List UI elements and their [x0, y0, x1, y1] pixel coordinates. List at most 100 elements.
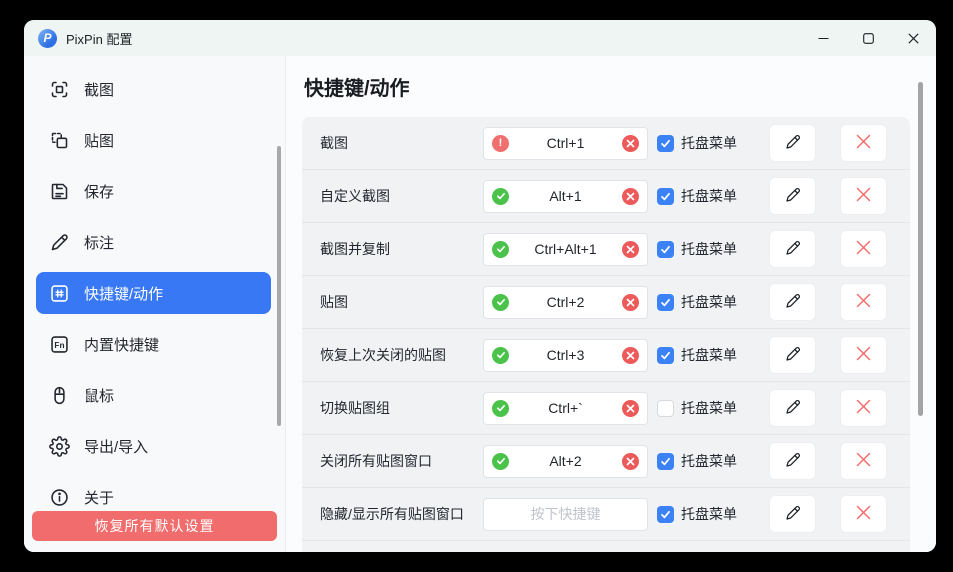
- delete-x-icon: [855, 133, 872, 153]
- minimize-button[interactable]: [801, 20, 846, 56]
- delete-hotkey-button[interactable]: [840, 442, 887, 480]
- clear-hotkey-icon[interactable]: [622, 347, 639, 364]
- save-icon: [48, 180, 70, 202]
- tray-menu-label: 托盘菜单: [681, 292, 737, 312]
- sidebar-item-label: 内置快捷键: [84, 334, 159, 355]
- window-controls: [801, 20, 936, 56]
- content-scrollbar[interactable]: [918, 82, 923, 416]
- sidebar-nav: 截图 贴图 保存 标注 快捷键/动作 Fn 内置快捷键 鼠标 导出/导入 关于: [24, 68, 285, 518]
- hotkey-input[interactable]: Ctrl+`: [483, 392, 648, 425]
- hotkey-row: 恢复上次关闭的贴图 Ctrl+3 托盘菜单: [302, 329, 910, 382]
- sidebar-item-fn[interactable]: Fn 内置快捷键: [36, 323, 271, 365]
- delete-x-icon: [855, 186, 872, 206]
- hotkey-input[interactable]: Ctrl+3: [483, 339, 648, 372]
- hotkey-input[interactable]: Alt+1: [483, 180, 648, 213]
- delete-hotkey-button[interactable]: [840, 283, 887, 321]
- hotkey-status-icon: [492, 294, 509, 311]
- hotkey-row: 隐藏/显示所有贴图窗口 按下快捷键 托盘菜单: [302, 488, 910, 541]
- sidebar-item-label: 快捷键/动作: [84, 283, 163, 304]
- hotkey-row: 贴图 Ctrl+2 托盘菜单: [302, 276, 910, 329]
- sidebar-item-export-import[interactable]: 导出/导入: [36, 425, 271, 467]
- tray-menu-checkbox[interactable]: [657, 453, 674, 470]
- clear-hotkey-icon[interactable]: [622, 241, 639, 258]
- hotkey-value: Alt+1: [509, 188, 622, 204]
- action-label: 关闭所有贴图窗口: [320, 451, 483, 471]
- hotkey-value: Ctrl+Alt+1: [509, 241, 622, 257]
- edit-hotkey-button[interactable]: [769, 495, 816, 533]
- hotkey-value: Ctrl+3: [509, 347, 622, 363]
- edit-hotkey-button[interactable]: [769, 177, 816, 215]
- delete-hotkey-button[interactable]: [840, 495, 887, 533]
- screenshot-icon: [48, 78, 70, 100]
- clear-hotkey-icon[interactable]: [622, 135, 639, 152]
- tray-menu-option: 托盘菜单: [657, 239, 745, 259]
- edit-hotkey-button[interactable]: [769, 283, 816, 321]
- hotkey-input[interactable]: Ctrl+Alt+1: [483, 233, 648, 266]
- mouse-icon: [48, 384, 70, 406]
- edit-hotkey-button[interactable]: [769, 442, 816, 480]
- hotkey-input[interactable]: Alt+2: [483, 445, 648, 478]
- tray-menu-checkbox[interactable]: [657, 241, 674, 258]
- sidebar-item-screenshot[interactable]: 截图: [36, 68, 271, 110]
- hotkey-list: 截图 Ctrl+1 托盘菜单 自定义截图: [302, 117, 910, 552]
- action-label: 自定义截图: [320, 186, 483, 206]
- sidebar-item-annotate[interactable]: 标注: [36, 221, 271, 263]
- delete-hotkey-button[interactable]: [840, 336, 887, 374]
- main-content: 快捷键/动作 截图 Ctrl+1 托盘菜单: [286, 56, 936, 552]
- tray-menu-label: 托盘菜单: [681, 345, 737, 365]
- clear-hotkey-icon[interactable]: [622, 453, 639, 470]
- clear-hotkey-icon[interactable]: [622, 294, 639, 311]
- tray-menu-checkbox[interactable]: [657, 294, 674, 311]
- pencil-icon: [784, 504, 802, 525]
- tray-menu-checkbox[interactable]: [657, 347, 674, 364]
- edit-hotkey-button[interactable]: [769, 336, 816, 374]
- delete-hotkey-button[interactable]: [840, 230, 887, 268]
- hotkey-input[interactable]: Ctrl+2: [483, 286, 648, 319]
- annotate-icon: [48, 231, 70, 253]
- delete-hotkey-button[interactable]: [840, 124, 887, 162]
- delete-x-icon: [855, 292, 872, 312]
- sidebar-item-label: 保存: [84, 181, 114, 202]
- svg-text:Fn: Fn: [54, 339, 64, 349]
- reset-defaults-button[interactable]: 恢复所有默认设置: [32, 511, 277, 541]
- hotkey-status-icon: [492, 400, 509, 417]
- tray-menu-checkbox[interactable]: [657, 135, 674, 152]
- tray-menu-checkbox[interactable]: [657, 506, 674, 523]
- edit-hotkey-button[interactable]: [769, 230, 816, 268]
- hotkey-icon: [48, 282, 70, 304]
- delete-x-icon: [855, 239, 872, 259]
- action-label: 切换贴图组: [320, 398, 483, 418]
- page-title: 快捷键/动作: [304, 72, 910, 101]
- hotkey-value: 按下快捷键: [509, 504, 622, 524]
- maximize-button[interactable]: [846, 20, 891, 56]
- edit-hotkey-button[interactable]: [769, 389, 816, 427]
- sidebar-item-hotkey[interactable]: 快捷键/动作: [36, 272, 271, 314]
- sidebar-item-label: 截图: [84, 79, 114, 100]
- pencil-icon: [784, 451, 802, 472]
- action-label: 隐藏/显示所有贴图窗口: [320, 504, 483, 524]
- tray-menu-label: 托盘菜单: [681, 451, 737, 471]
- sidebar-item-pin-image[interactable]: 贴图: [36, 119, 271, 161]
- close-button[interactable]: [891, 20, 936, 56]
- sidebar-item-save[interactable]: 保存: [36, 170, 271, 212]
- tray-menu-label: 托盘菜单: [681, 133, 737, 153]
- pencil-icon: [784, 292, 802, 313]
- hotkey-status-icon: [492, 135, 509, 152]
- action-label: 恢复上次关闭的贴图: [320, 345, 483, 365]
- tray-menu-checkbox[interactable]: [657, 188, 674, 205]
- delete-hotkey-button[interactable]: [840, 389, 887, 427]
- clear-hotkey-icon[interactable]: [622, 188, 639, 205]
- hotkey-input[interactable]: Ctrl+1: [483, 127, 648, 160]
- tray-menu-checkbox[interactable]: [657, 400, 674, 417]
- hotkey-row: 自定义截图 Alt+1 托盘菜单: [302, 170, 910, 223]
- sidebar-item-mouse[interactable]: 鼠标: [36, 374, 271, 416]
- about-icon: [48, 486, 70, 508]
- tray-menu-label: 托盘菜单: [681, 398, 737, 418]
- action-label: 截图: [320, 133, 483, 153]
- delete-hotkey-button[interactable]: [840, 177, 887, 215]
- hotkey-input[interactable]: 按下快捷键: [483, 498, 648, 531]
- edit-hotkey-button[interactable]: [769, 124, 816, 162]
- pencil-icon: [784, 398, 802, 419]
- sidebar-scrollbar[interactable]: [277, 146, 281, 426]
- clear-hotkey-icon[interactable]: [622, 400, 639, 417]
